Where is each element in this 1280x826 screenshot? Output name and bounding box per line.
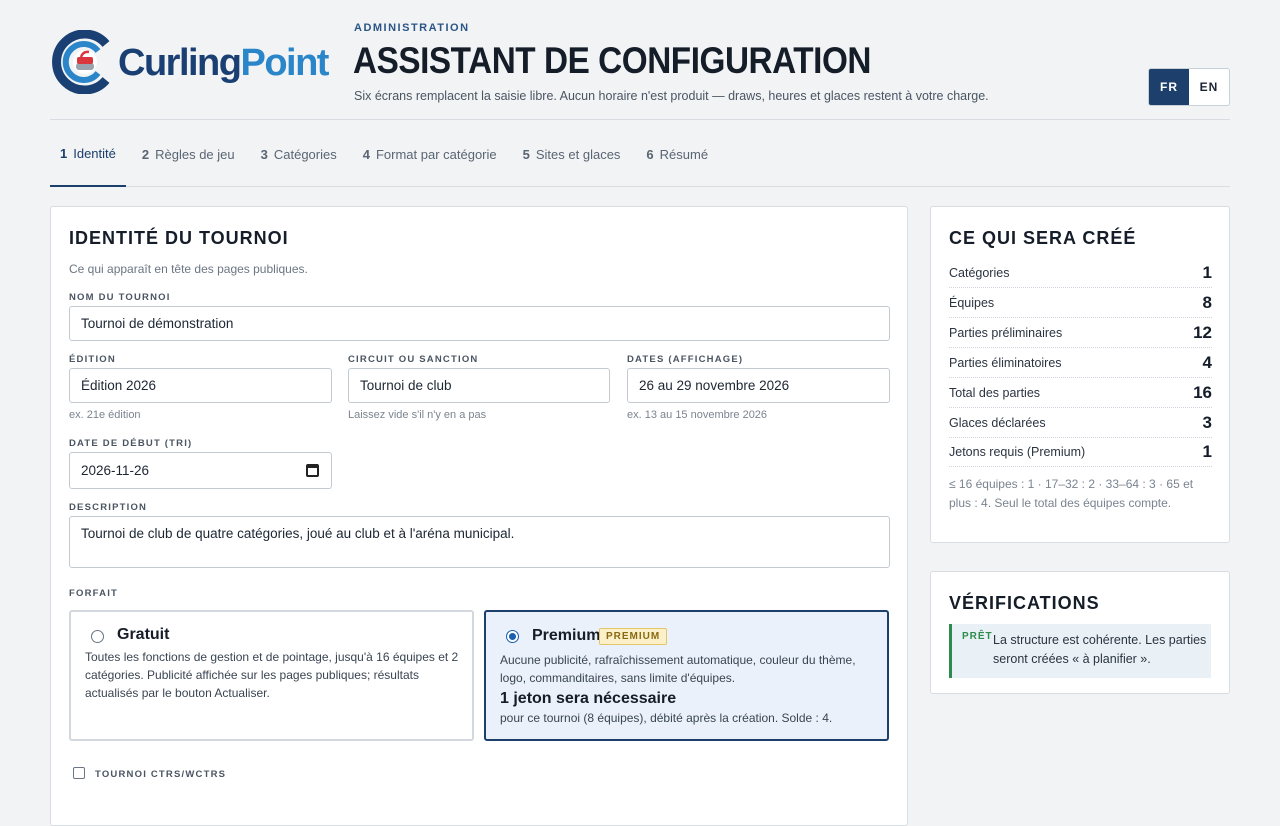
checks-title: VÉRIFICATIONS xyxy=(949,593,1100,613)
tab-identite[interactable]: 1 Identité xyxy=(50,121,126,187)
page-subtitle: Six écrans remplacent la saisie libre. A… xyxy=(354,89,989,103)
tab-regles-de-jeu[interactable]: 2 Règles de jeu xyxy=(132,121,245,187)
edition-help: ex. 21e édition xyxy=(69,409,141,421)
tournament-name-label: NOM DU TOURNOI xyxy=(69,292,171,303)
plan-premium-description: Aucune publicité, rafraîchissement autom… xyxy=(500,653,856,685)
start-date-input[interactable]: 2026-11-26 xyxy=(69,452,332,489)
ctrs-checkbox[interactable] xyxy=(73,767,85,779)
lang-en-button[interactable]: EN xyxy=(1189,69,1229,105)
page-header: CurlingPoint ADMINISTRATION ASSISTANT DE… xyxy=(50,18,1230,120)
ctrs-label[interactable]: TOURNOI CTRS/WCTRS xyxy=(95,769,226,780)
header-kicker: ADMINISTRATION xyxy=(354,22,470,34)
plan-premium-radio[interactable] xyxy=(506,630,519,643)
stat-row: Parties éliminatoires 4 xyxy=(949,348,1212,378)
circuit-help: Laissez vide s'il n'y en a pas xyxy=(348,409,487,421)
tab-resume[interactable]: 6 Résumé xyxy=(636,121,718,187)
status-message: La structure est cohérente. Les parties … xyxy=(993,633,1207,666)
brand-logo[interactable]: CurlingPoint xyxy=(50,28,340,100)
token-heading: 1 jeton sera nécessaire xyxy=(500,690,677,707)
token-tier-note: ≤ 16 équipes : 1 · 17–32 : 2 · 33–64 : 3… xyxy=(949,477,1194,510)
tab-sites-et-glaces[interactable]: 5 Sites et glaces xyxy=(513,121,631,187)
circuit-label: CIRCUIT OU SANCTION xyxy=(348,354,479,365)
curling-stone-logo-icon xyxy=(52,30,110,94)
start-date-value: 2026-11-26 xyxy=(81,463,150,478)
identity-card-intro: Ce qui apparaît en tête des pages publiq… xyxy=(69,262,308,276)
plan-free-radio[interactable] xyxy=(91,630,104,643)
identity-card-title: IDENTITÉ DU TOURNOI xyxy=(69,228,289,248)
status-badge: PRÊT xyxy=(962,631,993,642)
brand-name: CurlingPoint xyxy=(118,42,329,84)
plan-free-option[interactable]: Gratuit Toutes les fonctions de gestion … xyxy=(69,610,474,741)
checks-card: VÉRIFICATIONS PRÊT La structure est cohé… xyxy=(930,571,1230,694)
circuit-input[interactable]: Tournoi de club xyxy=(348,368,610,403)
dates-label: DATES (AFFICHAGE) xyxy=(627,354,744,365)
plan-label: FORFAIT xyxy=(69,588,119,599)
stat-row: Parties préliminaires 12 xyxy=(949,318,1212,348)
tab-categories[interactable]: 3 Catégories xyxy=(251,121,347,187)
calendar-icon[interactable] xyxy=(306,464,319,477)
stat-row: Équipes 8 xyxy=(949,288,1212,318)
dates-help: ex. 13 au 15 novembre 2026 xyxy=(627,409,768,421)
description-textarea[interactable]: Tournoi de club de quatre catégories, jo… xyxy=(69,516,890,568)
stat-row: Total des parties 16 xyxy=(949,378,1212,408)
dates-input[interactable]: 26 au 29 novembre 2026 xyxy=(627,368,890,403)
start-date-label: DATE DE DÉBUT (TRI) xyxy=(69,438,193,449)
lang-fr-button[interactable]: FR xyxy=(1149,69,1189,105)
wizard-steps: 1 Identité 2 Règles de jeu 3 Catégories 4 Fo… xyxy=(50,121,1230,187)
page-title: ASSISTANT DE CONFIGURATION xyxy=(353,40,872,81)
stat-row: Catégories 1 xyxy=(949,258,1212,288)
premium-badge: PREMIUM xyxy=(599,628,668,645)
language-switch: FR EN xyxy=(1148,68,1230,106)
identity-card: IDENTITÉ DU TOURNOI Ce qui apparaît en t… xyxy=(50,206,908,826)
plan-free-description: Toutes les fonctions de gestion et de po… xyxy=(85,650,459,700)
plan-premium-option[interactable]: Premium PREMIUM Aucune publicité, rafraî… xyxy=(484,610,889,741)
plan-premium-name: Premium xyxy=(532,627,601,644)
tournament-name-input[interactable]: Tournoi de démonstration xyxy=(69,306,890,341)
plan-free-name: Gratuit xyxy=(117,626,170,643)
summary-card: CE QUI SERA CRÉÉ Catégories 1 Équipes 8 Pa… xyxy=(930,206,1230,543)
ready-status-box: PRÊT La structure est cohérente. Les par… xyxy=(949,624,1211,678)
token-detail: pour ce tournoi (8 équipes), débité aprè… xyxy=(500,711,833,725)
summary-title: CE QUI SERA CRÉÉ xyxy=(949,228,1137,248)
edition-input[interactable]: Édition 2026 xyxy=(69,368,332,403)
description-label: DESCRIPTION xyxy=(69,502,148,513)
edition-label: ÉDITION xyxy=(69,354,116,365)
tab-format-par-categorie[interactable]: 4 Format par catégorie xyxy=(353,121,507,187)
stat-row: Glaces déclarées 3 xyxy=(949,408,1212,438)
stat-row: Jetons requis (Premium) 1 xyxy=(949,437,1212,467)
